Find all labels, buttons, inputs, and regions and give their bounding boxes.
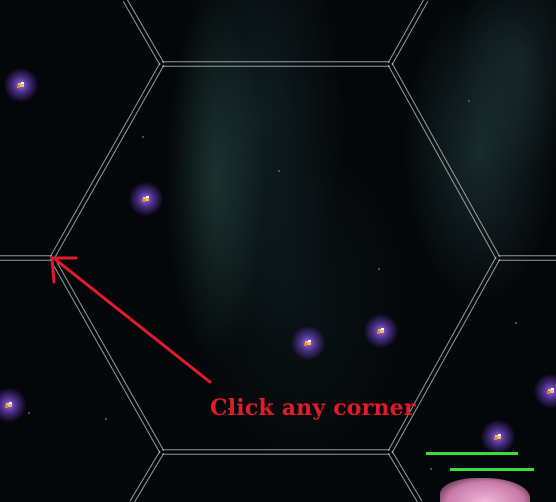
arrow-icon xyxy=(50,256,212,384)
game-board[interactable]: Click any corner xyxy=(0,0,556,502)
instruction-text: Click any corner xyxy=(210,395,416,421)
